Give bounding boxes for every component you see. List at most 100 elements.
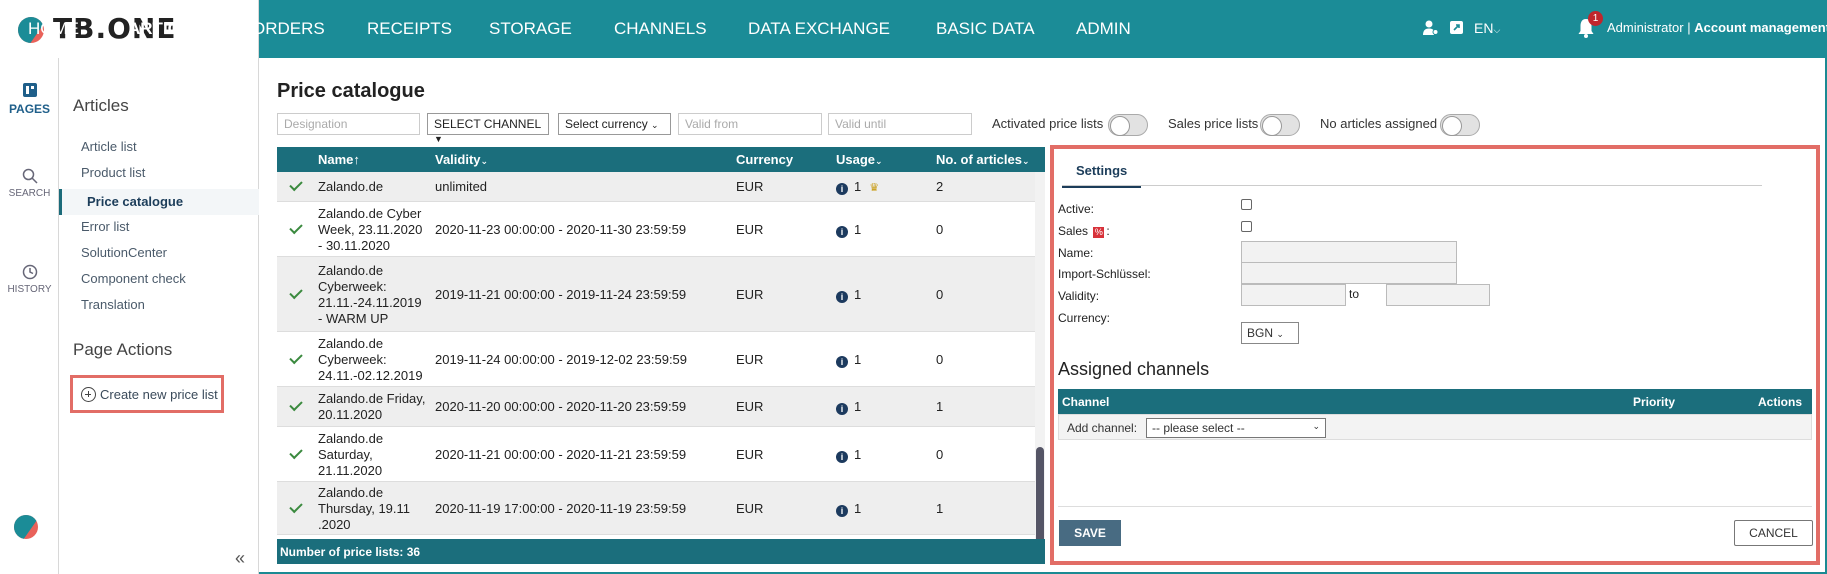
valid-from-input[interactable]: Valid from: [678, 113, 822, 135]
usage-count: 1: [854, 179, 862, 194]
info-icon[interactable]: i: [836, 403, 848, 415]
active-check-icon: [289, 177, 303, 192]
create-price-list-button[interactable]: Create new price list: [70, 375, 224, 413]
currency-dropdown[interactable]: BGN ⌄: [1241, 322, 1299, 344]
add-channel-label: Add channel:: [1067, 421, 1138, 435]
nav-item-data-exchange[interactable]: DATA EXCHANGE: [748, 0, 890, 58]
nav-item-storage[interactable]: STORAGE: [489, 0, 572, 58]
no-articles-toggle-label: No articles assigned: [1320, 116, 1438, 131]
table-row[interactable]: Zalando.de unlimited EUR 2 i 1 ♛: [277, 172, 1035, 202]
sidebar-item-product-list[interactable]: Product list: [81, 165, 145, 180]
sales-toggle[interactable]: [1260, 114, 1300, 136]
info-icon[interactable]: i: [836, 290, 848, 303]
cancel-button[interactable]: CANCEL: [1734, 520, 1813, 546]
brand-icon: [14, 515, 38, 539]
sidebar-item-article-list[interactable]: Article list: [81, 139, 137, 154]
table-row[interactable]: Zalando.de Cyberweek: 24.11.-02.12.2019 201…: [277, 332, 1035, 387]
panel-divider: [1058, 506, 1812, 507]
active-checkbox[interactable]: [1241, 199, 1252, 210]
column-header-articles[interactable]: No. of articles⌄: [936, 152, 1030, 167]
user-menu[interactable]: Administrator | Account management: [1607, 20, 1827, 35]
rail-history[interactable]: HISTORY: [0, 264, 59, 295]
rail-pages[interactable]: PAGES: [0, 82, 59, 116]
assigned-channels-heading: Assigned channels: [1058, 359, 1210, 379]
tab-settings[interactable]: Settings: [1062, 153, 1142, 188]
activated-toggle[interactable]: [1108, 114, 1148, 136]
no-articles-toggle[interactable]: [1440, 114, 1480, 136]
info-icon[interactable]: i: [836, 183, 848, 195]
cell-validity: unlimited: [435, 179, 488, 194]
table-scrollbar[interactable]: [1035, 172, 1045, 555]
table-row[interactable]: Zalando.de Cyberweek: 21.11.-24.11.2019- W…: [277, 257, 1035, 332]
sidebar-item-translation[interactable]: Translation: [81, 297, 145, 312]
table-row[interactable]: Zalando.de Thursday, 19.11.2020 2020-11-19…: [277, 482, 1035, 535]
cell-currency: EUR: [736, 399, 764, 414]
nav-item-home[interactable]: HOME: [28, 0, 79, 58]
cell-name: Zalando.de Thursday, 19.11.2020: [318, 485, 410, 533]
channel-select[interactable]: SELECT CHANNEL ▼: [427, 113, 549, 144]
sales-checkbox[interactable]: [1241, 221, 1252, 232]
sidebar-item-price-catalogue[interactable]: Price catalogue: [59, 189, 259, 215]
sidebar-item-solutioncenter[interactable]: SolutionCenter: [81, 245, 167, 260]
language-switch[interactable]: EN⌵: [1474, 20, 1500, 36]
nav-item-channels[interactable]: CHANNELS: [614, 0, 707, 58]
usage-count: 1: [854, 399, 862, 414]
column-header-currency[interactable]: Currency: [736, 152, 793, 167]
info-icon[interactable]: i: [836, 355, 848, 368]
account-management-link[interactable]: Account management: [1694, 20, 1827, 35]
validity-from-input[interactable]: [1241, 284, 1346, 306]
column-header-name[interactable]: Name↑: [318, 152, 360, 167]
column-name-label: Name: [318, 152, 354, 167]
sidebar-item-component-check[interactable]: Component check: [81, 271, 186, 286]
cell-articles: 0: [936, 446, 944, 462]
import-key-input[interactable]: [1241, 262, 1457, 284]
nav-item-basic-data[interactable]: BASIC DATA: [936, 0, 1035, 58]
table-footer: Number of price lists: 36: [277, 539, 1045, 564]
user-separator: |: [1687, 20, 1691, 35]
channels-table-header: Channel Priority Actions: [1058, 389, 1812, 414]
usage-count: 1: [854, 351, 862, 367]
add-channel-select[interactable]: -- please select -- ⌄: [1146, 418, 1326, 438]
info-icon[interactable]: i: [836, 225, 848, 238]
table-row[interactable]: Zalando.de Cyber Week, 23.11.2020- 30.11.…: [277, 202, 1035, 257]
column-header-validity[interactable]: Validity⌄: [435, 152, 488, 167]
cell-name-line: .2020: [318, 516, 351, 532]
info-icon[interactable]: i: [836, 504, 848, 517]
dropdown-arrow-icon: ⌄: [651, 120, 659, 130]
cell-name-line: Thursday, 19.11: [318, 500, 411, 516]
rail-history-label: HISTORY: [7, 284, 52, 295]
cell-usage: i 1 ♛: [836, 179, 879, 195]
rail-search[interactable]: SEARCH: [0, 168, 59, 199]
save-button[interactable]: SAVE: [1059, 520, 1121, 546]
user-name: Administrator: [1607, 20, 1684, 35]
cell-usage: i1: [836, 447, 861, 463]
valid-until-input[interactable]: Valid until: [828, 113, 972, 135]
validity-label: Validity:: [1058, 289, 1100, 303]
validity-until-input[interactable]: [1386, 284, 1490, 306]
add-channel-row: Add channel: -- please select -- ⌄: [1058, 414, 1812, 440]
sidebar-item-error-list[interactable]: Error list: [81, 219, 129, 234]
info-icon[interactable]: i: [836, 450, 848, 463]
cell-validity: 2019-11-24 00:00:00 - 2019-12-02 23:59:5…: [435, 351, 688, 367]
cell-validity: 2020-11-23 00:00:00 - 2020-11-30 23:59:5…: [435, 221, 687, 237]
column-currency-label: Currency: [736, 152, 794, 167]
chevron-down-icon: ⌄: [1021, 156, 1030, 166]
currency-select[interactable]: Select currency ⌄: [558, 113, 671, 135]
nav-item-articles[interactable]: ARTICLES: [103, 0, 238, 58]
usage-count: 1: [854, 221, 862, 237]
table-row[interactable]: Zalando.de Saturday, 21.11.2020 2020-11-21 …: [277, 427, 1035, 482]
column-header-usage[interactable]: Usage⌄: [836, 152, 883, 167]
name-input[interactable]: [1241, 241, 1457, 263]
active-check-icon: [289, 445, 303, 459]
cell-validity: 2020-11-20 00:00:00 - 2020-11-20 23:59:5…: [435, 399, 687, 414]
chevron-down-icon: ⌵: [1493, 24, 1501, 35]
nav-item-orders[interactable]: ORDERS: [252, 0, 325, 58]
collapse-sidebar-icon[interactable]: «: [235, 548, 245, 569]
nav-item-receipts[interactable]: RECEIPTS: [367, 0, 452, 58]
table-row[interactable]: Zalando.de Friday, 20.11.2020 2020-11-20 0…: [277, 387, 1035, 427]
external-link-icon[interactable]: [1449, 20, 1464, 35]
designation-input[interactable]: Designation: [277, 113, 420, 135]
cell-name-line: Zalando.de: [318, 335, 384, 351]
nav-item-admin[interactable]: ADMIN: [1076, 0, 1131, 58]
user-settings-icon[interactable]: [1422, 19, 1439, 36]
